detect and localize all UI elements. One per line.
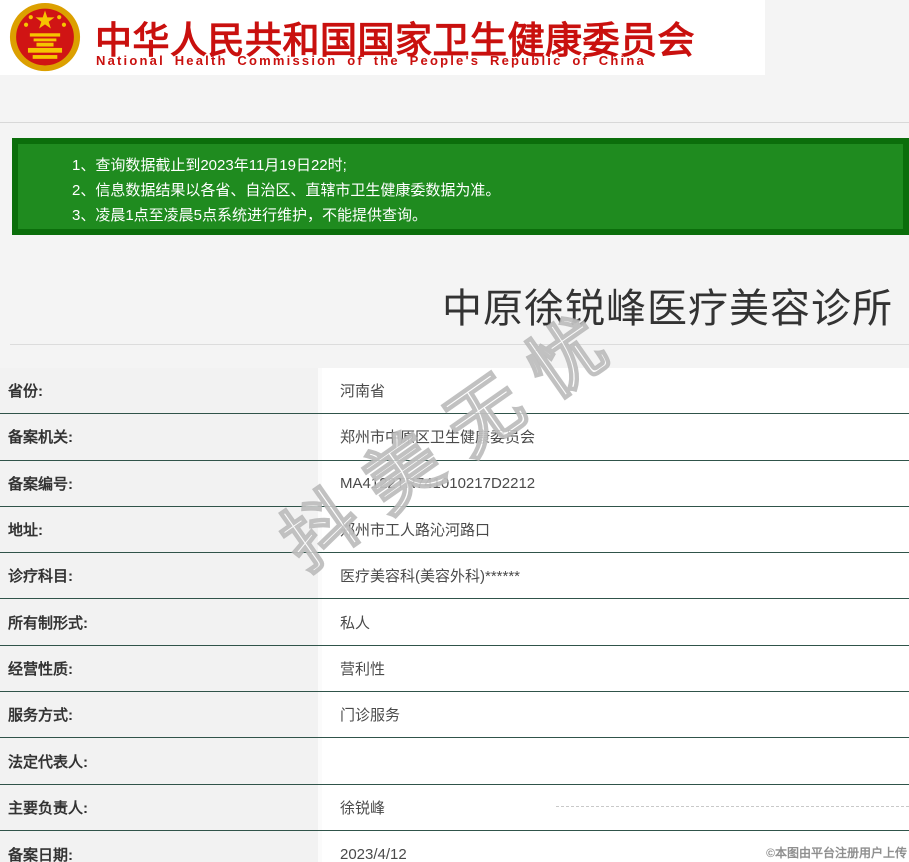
site-header: 中华人民共和国国家卫生健康委员会 National Health Commiss…: [0, 0, 765, 75]
field-value: 私人: [322, 599, 909, 645]
page: 中华人民共和国国家卫生健康委员会 National Health Commiss…: [0, 0, 909, 862]
table-top-divider: [10, 344, 909, 345]
field-label: 备案编号:: [0, 460, 322, 506]
faint-dashed-line: [556, 806, 909, 807]
table-row: 地址: 郑州市工人路沁河路口: [0, 506, 909, 554]
record-table: 省份: 河南省 备案机关: 郑州市中原区卫生健康委员会 备案编号: MA4122…: [0, 368, 909, 862]
field-value: MA4122TR741010217D2212: [322, 460, 909, 506]
field-value: 河南省: [322, 368, 909, 414]
field-value: 医疗美容科(美容外科)******: [322, 553, 909, 599]
field-value: 营利性: [322, 645, 909, 692]
notice-line: 3、凌晨1点至凌晨5点系统进行维护，不能提供查询。: [72, 207, 428, 224]
table-row: 法定代表人:: [0, 738, 909, 785]
notice-line: 1、查询数据截止到2023年11月19日22时;: [72, 157, 347, 174]
field-value: [322, 738, 909, 784]
field-value: 郑州市中原区卫生健康委员会: [322, 414, 909, 460]
field-value: 郑州市工人路沁河路口: [322, 506, 909, 553]
header-divider: [0, 122, 909, 123]
field-label: 备案日期:: [0, 830, 322, 862]
table-row: 备案机关: 郑州市中原区卫生健康委员会: [0, 414, 909, 461]
table-row: 备案编号: MA4122TR741010217D2212: [0, 460, 909, 507]
table-row: 所有制形式: 私人: [0, 599, 909, 646]
field-label: 备案机关:: [0, 414, 322, 460]
field-label: 诊疗科目:: [0, 553, 322, 599]
site-title-en: National Health Commission of the People…: [96, 53, 646, 68]
table-row: 诊疗科目: 医疗美容科(美容外科)******: [0, 553, 909, 600]
table-row: 服务方式: 门诊服务: [0, 692, 909, 739]
field-label: 法定代表人:: [0, 738, 322, 784]
national-emblem-icon: [9, 2, 81, 72]
field-value: 徐锐峰: [322, 784, 909, 830]
field-label: 主要负责人:: [0, 784, 322, 830]
field-label: 地址:: [0, 506, 322, 553]
table-row: 经营性质: 营利性: [0, 645, 909, 693]
table-row: 省份: 河南省: [0, 368, 909, 415]
field-label: 所有制形式:: [0, 599, 322, 645]
result-title: 中原徐锐峰医疗美容诊所: [442, 287, 893, 331]
field-label: 省份:: [0, 368, 322, 414]
notice-box: 1、查询数据截止到2023年11月19日22时; 2、信息数据结果以各省、自治区…: [12, 138, 909, 235]
field-label: 服务方式:: [0, 692, 322, 738]
copyright-note: ©本图由平台注册用户上传: [766, 846, 907, 860]
field-label: 经营性质:: [0, 645, 322, 692]
table-row: 主要负责人: 徐锐峰: [0, 784, 909, 831]
notice-line: 2、信息数据结果以各省、自治区、直辖市卫生健康委数据为准。: [72, 182, 501, 199]
field-value: 门诊服务: [322, 692, 909, 738]
